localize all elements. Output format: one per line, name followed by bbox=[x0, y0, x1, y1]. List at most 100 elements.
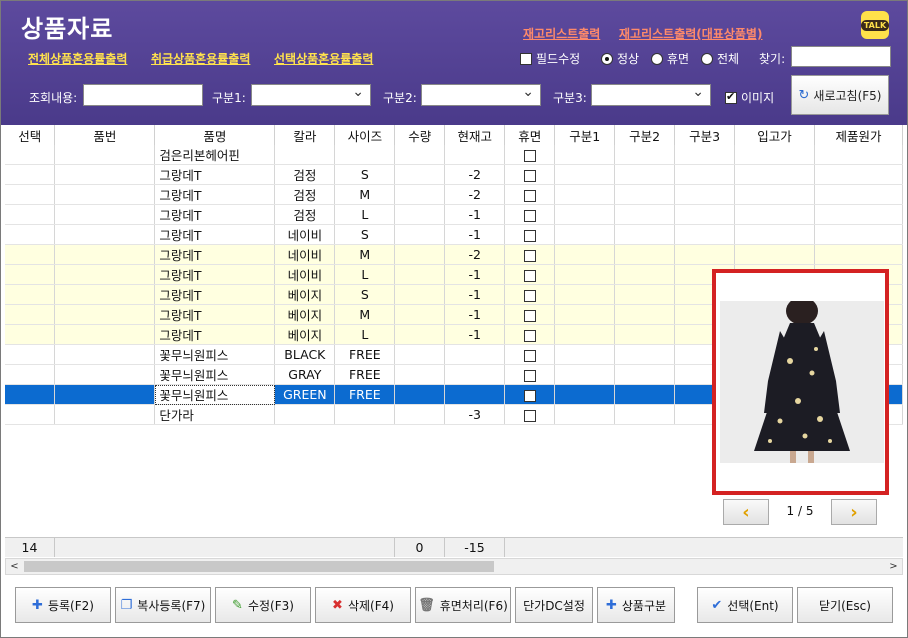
code-cell[interactable] bbox=[54, 284, 156, 305]
code-cell[interactable] bbox=[54, 184, 156, 205]
dormant-checkbox[interactable] bbox=[523, 209, 536, 222]
name-cell[interactable]: 그랑데T bbox=[154, 324, 276, 345]
radio-dormant-dot[interactable] bbox=[651, 52, 663, 65]
dormant-cell[interactable] bbox=[504, 224, 556, 245]
cat1-cell[interactable] bbox=[554, 324, 616, 345]
dormant-checkbox[interactable] bbox=[523, 349, 536, 362]
cost-cell[interactable] bbox=[814, 145, 903, 165]
field-edit-toggle[interactable]: 필드수정 bbox=[520, 50, 580, 67]
name-cell[interactable]: 꽃무늬원피스 bbox=[154, 364, 276, 385]
select-cell[interactable] bbox=[5, 244, 56, 265]
size-cell[interactable]: L bbox=[334, 324, 396, 345]
size-cell[interactable]: S bbox=[334, 284, 396, 305]
size-cell[interactable]: S bbox=[334, 224, 396, 245]
cat2-cell[interactable] bbox=[614, 204, 676, 225]
size-cell[interactable]: L bbox=[334, 264, 396, 285]
edit-button[interactable]: ✎ 수정(F3) bbox=[215, 587, 311, 623]
name-cell[interactable]: 꽃무늬원피스 bbox=[154, 384, 276, 405]
stock-cell[interactable] bbox=[444, 364, 506, 385]
col-header[interactable]: 구분2 bbox=[614, 125, 676, 145]
dormant-cell[interactable] bbox=[504, 204, 556, 225]
cat2-cell[interactable] bbox=[614, 244, 676, 265]
name-cell[interactable]: 검은리본헤어핀 bbox=[154, 145, 276, 165]
dormant-cell[interactable] bbox=[504, 264, 556, 285]
qty-cell[interactable] bbox=[394, 244, 446, 265]
col-header[interactable]: 품번 bbox=[54, 125, 156, 145]
size-cell[interactable]: FREE bbox=[334, 364, 396, 385]
select-cell[interactable] bbox=[5, 164, 56, 185]
cat1-cell[interactable] bbox=[554, 224, 616, 245]
col-header[interactable]: 구분1 bbox=[554, 125, 616, 145]
cat2-cell[interactable] bbox=[614, 324, 676, 345]
cost-cell[interactable] bbox=[814, 204, 903, 225]
stock-list-print-link[interactable]: 재고리스트출력 bbox=[523, 25, 600, 42]
cat2-cell[interactable] bbox=[614, 364, 676, 385]
cat3-cell[interactable] bbox=[674, 224, 736, 245]
category2-select[interactable] bbox=[421, 84, 541, 106]
col-header[interactable]: 입고가 bbox=[734, 125, 815, 145]
color-cell[interactable]: 네이비 bbox=[274, 224, 336, 245]
table-row[interactable]: 그랑데T 네이비 M -2 bbox=[5, 244, 903, 265]
image-prev-button[interactable]: ‹ bbox=[723, 499, 769, 525]
color-cell[interactable]: 네이비 bbox=[274, 244, 336, 265]
select-cell[interactable] bbox=[5, 384, 56, 405]
name-cell[interactable]: 그랑데T bbox=[154, 264, 276, 285]
size-cell[interactable]: FREE bbox=[334, 344, 396, 365]
cat3-cell[interactable] bbox=[674, 145, 736, 165]
register-button[interactable]: ✚ 등록(F2) bbox=[15, 587, 111, 623]
col-header[interactable]: 사이즈 bbox=[334, 125, 396, 145]
code-cell[interactable] bbox=[54, 145, 156, 165]
stock-list-print-by-product-link[interactable]: 재고리스트출력(대표상품별) bbox=[619, 25, 762, 42]
color-cell[interactable]: GREEN bbox=[274, 384, 336, 405]
dormant-checkbox[interactable] bbox=[523, 229, 536, 242]
cat1-cell[interactable] bbox=[554, 244, 616, 265]
in-price-cell[interactable] bbox=[734, 224, 815, 245]
qty-cell[interactable] bbox=[394, 164, 446, 185]
code-cell[interactable] bbox=[54, 364, 156, 385]
image-checkbox[interactable] bbox=[725, 90, 737, 104]
cat3-cell[interactable] bbox=[674, 244, 736, 265]
color-cell[interactable]: GRAY bbox=[274, 364, 336, 385]
select-cell[interactable] bbox=[5, 324, 56, 345]
color-cell[interactable]: 네이비 bbox=[274, 264, 336, 285]
cost-cell[interactable] bbox=[814, 244, 903, 265]
cat2-cell[interactable] bbox=[614, 304, 676, 325]
cat1-cell[interactable] bbox=[554, 184, 616, 205]
name-cell[interactable]: 그랑데T bbox=[154, 224, 276, 245]
qty-cell[interactable] bbox=[394, 304, 446, 325]
stock-cell[interactable]: -2 bbox=[444, 184, 506, 205]
stock-cell[interactable]: -1 bbox=[444, 204, 506, 225]
all-products-blend-print-link[interactable]: 전체상품혼용률출력 bbox=[28, 50, 127, 67]
cost-cell[interactable] bbox=[814, 224, 903, 245]
category-button[interactable]: ✚ 상품구분 bbox=[597, 587, 675, 623]
size-cell[interactable]: M bbox=[334, 184, 396, 205]
qty-cell[interactable] bbox=[394, 184, 446, 205]
cat2-cell[interactable] bbox=[614, 145, 676, 165]
cat1-cell[interactable] bbox=[554, 404, 616, 425]
dormant-checkbox[interactable] bbox=[523, 189, 536, 202]
dormant-cell[interactable] bbox=[504, 364, 556, 385]
select-cell[interactable] bbox=[5, 304, 56, 325]
code-cell[interactable] bbox=[54, 264, 156, 285]
col-header[interactable]: 제품원가 bbox=[814, 125, 903, 145]
dormant-cell[interactable] bbox=[504, 304, 556, 325]
cat2-cell[interactable] bbox=[614, 184, 676, 205]
name-cell[interactable]: 그랑데T bbox=[154, 244, 276, 265]
in-price-cell[interactable] bbox=[734, 145, 815, 165]
name-cell[interactable]: 그랑데T bbox=[154, 164, 276, 185]
cat2-cell[interactable] bbox=[614, 384, 676, 405]
price-dc-button[interactable]: 단가DC설정 bbox=[515, 587, 593, 623]
dormant-cell[interactable] bbox=[504, 384, 556, 405]
select-button[interactable]: ✔ 선택(Ent) bbox=[697, 587, 793, 623]
cat2-cell[interactable] bbox=[614, 344, 676, 365]
color-cell[interactable]: 베이지 bbox=[274, 324, 336, 345]
qty-cell[interactable] bbox=[394, 204, 446, 225]
size-cell[interactable]: M bbox=[334, 244, 396, 265]
stock-cell[interactable]: -1 bbox=[444, 264, 506, 285]
dormant-cell[interactable] bbox=[504, 145, 556, 165]
qty-cell[interactable] bbox=[394, 344, 446, 365]
cat1-cell[interactable] bbox=[554, 304, 616, 325]
col-header[interactable]: 선택 bbox=[5, 125, 56, 145]
color-cell[interactable]: BLACK bbox=[274, 344, 336, 365]
in-price-cell[interactable] bbox=[734, 184, 815, 205]
